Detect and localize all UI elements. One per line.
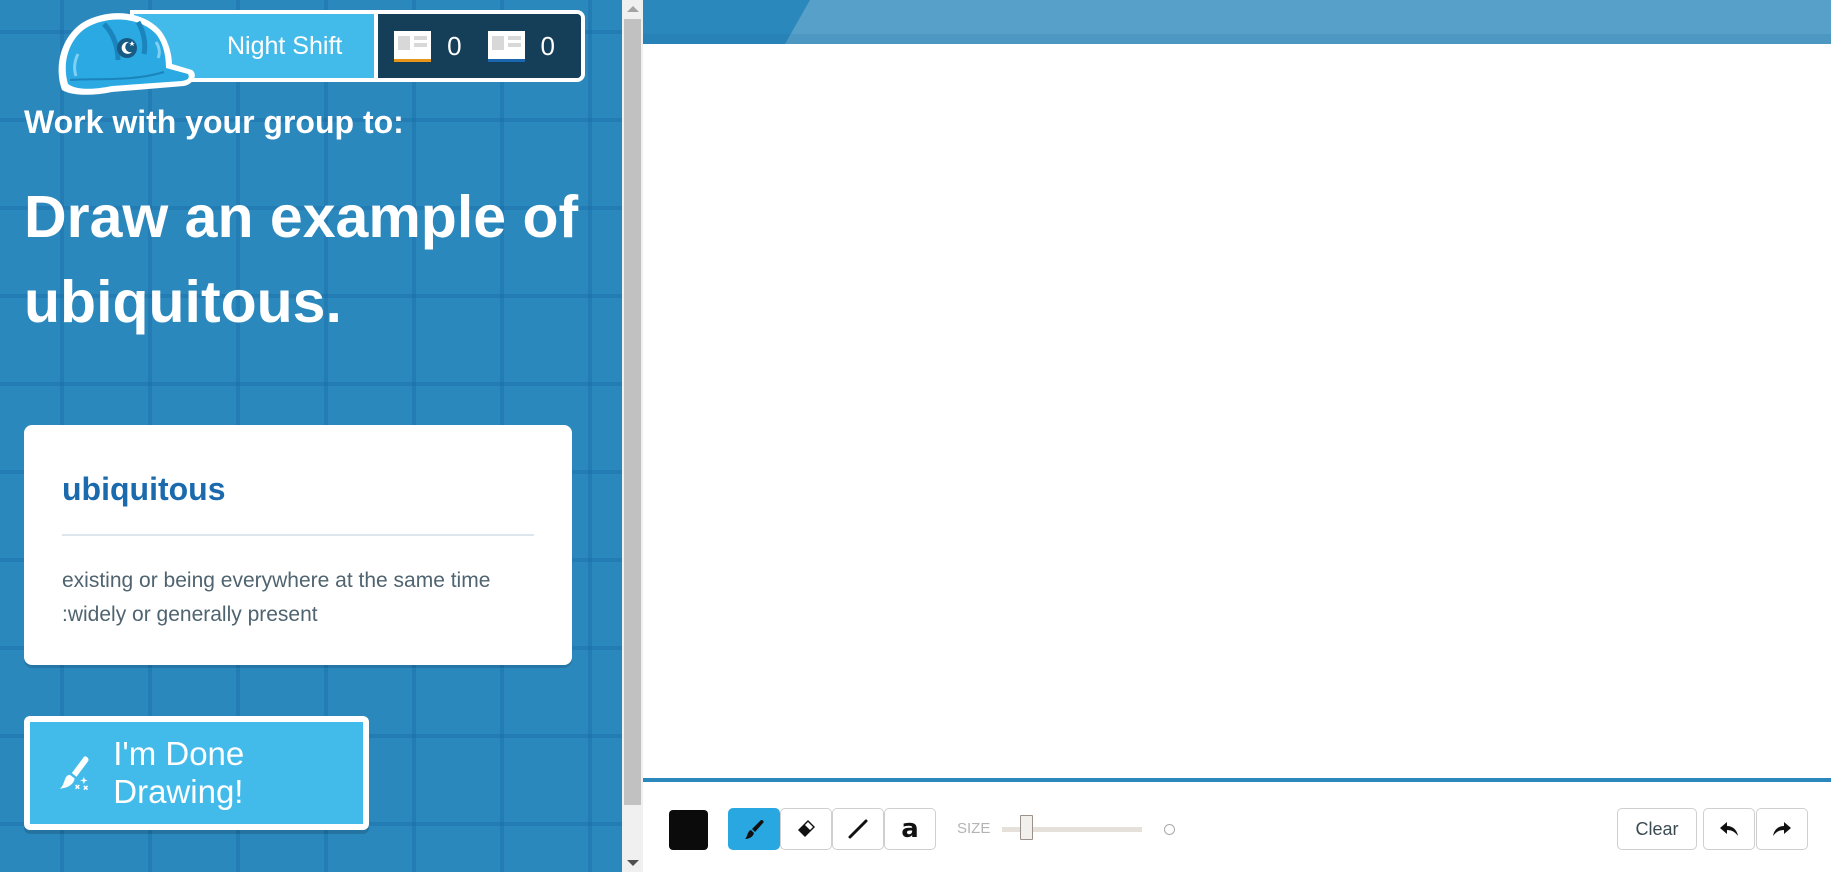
card-icon xyxy=(487,30,525,62)
eraser-icon xyxy=(798,820,815,837)
redo-button[interactable] xyxy=(1756,808,1808,850)
undo-icon xyxy=(1720,822,1738,836)
instruction-panel: Night Shift 0 0 Work with your group to:… xyxy=(0,0,622,872)
drawing-canvas[interactable] xyxy=(643,44,1831,778)
undo-button[interactable] xyxy=(1703,808,1755,850)
panel-scrollbar[interactable] xyxy=(622,0,643,872)
clear-label: Clear xyxy=(1635,818,1679,839)
team-badge: Night Shift 0 0 xyxy=(130,10,585,82)
text-tool-button[interactable]: a xyxy=(884,808,936,850)
redo-icon xyxy=(1773,822,1791,836)
line-tool-button[interactable] xyxy=(832,808,884,850)
scroll-thumb[interactable] xyxy=(624,19,641,805)
vocab-word: ubiquitous xyxy=(62,471,226,507)
team-stats: 0 0 xyxy=(378,14,581,78)
stat-orange: 0 xyxy=(394,30,462,62)
stat-value: 0 xyxy=(540,30,555,61)
word-definition: existing or being everywhere at the same… xyxy=(62,569,491,626)
done-drawing-label: I'm Done Drawing! xyxy=(113,735,245,810)
scroll-down-arrow-icon[interactable] xyxy=(627,860,639,866)
helmet-moon-icon xyxy=(58,13,195,95)
eraser-tool-button[interactable] xyxy=(780,808,832,850)
color-picker[interactable] xyxy=(669,810,708,850)
brush-tool-button[interactable] xyxy=(728,808,780,850)
size-label: SIZE xyxy=(957,820,991,837)
done-drawing-button[interactable]: I'm Done Drawing! xyxy=(24,716,369,830)
brush-sparkle-icon xyxy=(59,756,89,791)
prompt-label: Work with your group to: xyxy=(24,104,404,140)
text-icon: a xyxy=(901,814,919,844)
drawing-toolbar: a SIZE Clear xyxy=(643,782,1831,872)
brush-size-preview xyxy=(1164,824,1175,835)
brush-icon xyxy=(745,820,764,839)
card-icon xyxy=(394,30,432,62)
word-card: ubiquitous existing or being everywhere … xyxy=(24,425,572,665)
canvas-header xyxy=(643,0,1831,44)
size-slider-thumb[interactable] xyxy=(1020,815,1033,840)
prompt-title: Draw an example of ubiquitous. xyxy=(24,184,579,335)
scroll-up-arrow-icon[interactable] xyxy=(627,6,639,12)
clear-button[interactable]: Clear xyxy=(1617,808,1697,850)
line-icon xyxy=(848,819,868,839)
stat-value: 0 xyxy=(447,30,462,61)
stat-blue: 0 xyxy=(487,30,555,62)
divider xyxy=(62,534,534,536)
